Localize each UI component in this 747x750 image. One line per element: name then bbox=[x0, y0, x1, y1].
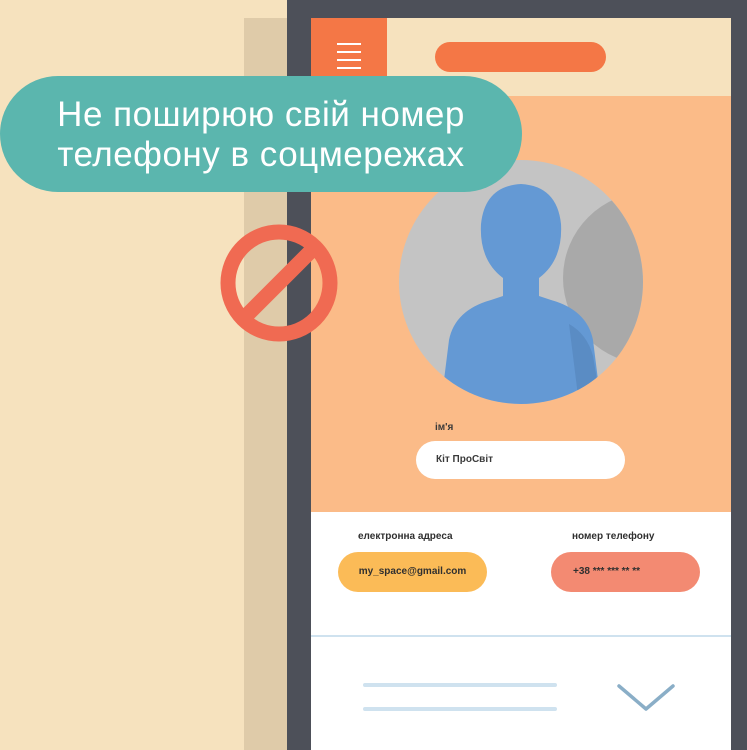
hamburger-menu-icon-line bbox=[337, 59, 361, 61]
no-sign-icon bbox=[220, 224, 338, 342]
user-silhouette-icon bbox=[399, 160, 643, 404]
phone-label: номер телефону bbox=[572, 531, 655, 542]
name-label: ім'я bbox=[435, 422, 454, 433]
callout-line-1: Не поширюю свій номер bbox=[57, 95, 465, 134]
placeholder-line bbox=[363, 707, 557, 711]
email-label: електронна адреса bbox=[358, 531, 453, 542]
placeholder-line bbox=[363, 683, 557, 687]
hamburger-menu-icon bbox=[337, 43, 361, 45]
callout-line-2: телефону в соцмережах bbox=[57, 135, 465, 174]
name-field[interactable]: Кіт ПроСвіт bbox=[416, 441, 625, 479]
header-title-placeholder bbox=[435, 42, 606, 72]
hamburger-menu-icon-line bbox=[337, 51, 361, 53]
hamburger-menu-icon-line bbox=[337, 67, 361, 69]
divider bbox=[311, 635, 731, 637]
callout-bubble: Не поширюю свій номер телефону в соцмере… bbox=[0, 76, 522, 192]
email-field[interactable]: my_space@gmail.com bbox=[338, 552, 487, 592]
chevron-down-icon[interactable] bbox=[617, 683, 675, 713]
phone-field[interactable]: +38 *** *** ** ** bbox=[551, 552, 700, 592]
